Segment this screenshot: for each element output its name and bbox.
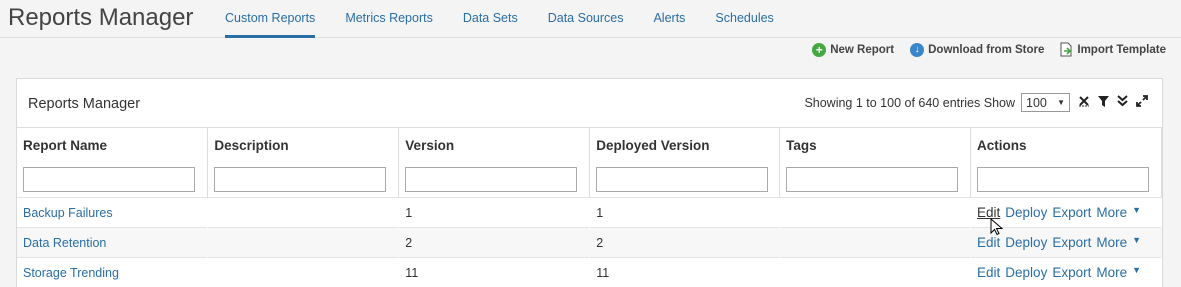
report-name-filter-input[interactable] bbox=[23, 166, 195, 192]
description-cell bbox=[207, 227, 399, 258]
report-name-link[interactable]: Data Retention bbox=[17, 227, 208, 258]
table-header-row: Report Name Description Version Deployed… bbox=[17, 127, 1162, 162]
table-row: Storage Trending 11 11 Edit Deploy Export M… bbox=[17, 257, 1162, 287]
caret-down-icon: ▼ bbox=[1132, 235, 1142, 245]
tags-cell bbox=[779, 227, 971, 258]
caret-down-icon: ▼ bbox=[1132, 265, 1142, 276]
page-size-value: 100 bbox=[1026, 95, 1047, 110]
collapse-icon[interactable] bbox=[1117, 95, 1128, 110]
actions-filter-input[interactable] bbox=[977, 166, 1150, 192]
tags-cell bbox=[779, 257, 971, 287]
deploy-link[interactable]: Deploy bbox=[1005, 235, 1047, 250]
page-actions: + New Report ↓ Download from Store Impor… bbox=[812, 42, 1166, 57]
more-label: More bbox=[1096, 265, 1128, 281]
description-cell bbox=[207, 257, 399, 287]
top-bar: Reports Manager Custom Reports Metrics R… bbox=[0, 0, 1181, 38]
tab-schedules[interactable]: Schedules bbox=[715, 0, 773, 38]
deploy-link[interactable]: Deploy bbox=[1005, 205, 1047, 220]
column-header-description[interactable]: Description bbox=[207, 127, 400, 162]
deployed-version-filter-input[interactable] bbox=[596, 166, 769, 192]
more-label: More bbox=[1096, 235, 1128, 250]
deployed-version-cell: 1 bbox=[589, 197, 780, 228]
panel-tools: Showing 1 to 100 of 640 entries Show 100… bbox=[804, 93, 1148, 112]
clear-filter-icon[interactable] bbox=[1078, 95, 1090, 110]
export-link[interactable]: Export bbox=[1052, 265, 1091, 280]
tab-data-sources[interactable]: Data Sources bbox=[548, 0, 624, 38]
more-menu[interactable]: More ▼ bbox=[1096, 235, 1146, 250]
tab-alerts[interactable]: Alerts bbox=[653, 0, 685, 38]
chevron-down-icon: ▼ bbox=[1057, 98, 1065, 107]
caret-down-icon: ▼ bbox=[1132, 205, 1142, 215]
tab-metrics-reports[interactable]: Metrics Reports bbox=[345, 0, 433, 38]
more-menu[interactable]: More ▼ bbox=[1096, 205, 1146, 220]
deployed-version-cell: 11 bbox=[589, 257, 780, 287]
column-header-actions: Actions bbox=[970, 127, 1162, 162]
panel-title: Reports Manager bbox=[28, 96, 141, 112]
import-template-button[interactable]: Import Template bbox=[1060, 42, 1166, 57]
reports-table: Report Name Description Version Deployed… bbox=[17, 127, 1162, 287]
download-icon: ↓ bbox=[910, 42, 925, 57]
tab-data-sets[interactable]: Data Sets bbox=[463, 0, 518, 38]
page-size-select[interactable]: 100 ▼ bbox=[1021, 93, 1070, 112]
reports-panel: Reports Manager Showing 1 to 100 of 640 … bbox=[16, 78, 1163, 287]
tab-bar: Custom Reports Metrics Reports Data Sets… bbox=[225, 0, 804, 38]
filter-icon[interactable] bbox=[1098, 95, 1109, 110]
deployed-version-cell: 2 bbox=[589, 227, 780, 258]
more-label: More bbox=[1096, 205, 1128, 220]
plus-icon: + bbox=[812, 42, 827, 57]
description-cell bbox=[207, 197, 399, 228]
edit-link[interactable]: Edit bbox=[977, 265, 1000, 280]
entries-info: Showing 1 to 100 of 640 entries Show bbox=[804, 95, 1015, 110]
version-cell: 11 bbox=[398, 257, 590, 287]
column-header-tags[interactable]: Tags bbox=[779, 127, 972, 162]
column-header-version[interactable]: Version bbox=[398, 127, 591, 162]
tags-cell bbox=[779, 197, 971, 228]
version-cell: 1 bbox=[398, 197, 590, 228]
column-header-deployed-version[interactable]: Deployed Version bbox=[589, 127, 781, 162]
description-filter-input[interactable] bbox=[214, 166, 387, 192]
new-report-label: New Report bbox=[830, 43, 895, 56]
new-report-button[interactable]: + New Report bbox=[812, 42, 894, 57]
import-icon bbox=[1060, 42, 1073, 57]
report-name-link[interactable]: Backup Failures bbox=[17, 197, 208, 228]
export-link[interactable]: Export bbox=[1052, 235, 1091, 250]
download-from-store-label: Download from Store bbox=[928, 43, 1045, 56]
report-name-link[interactable]: Storage Trending bbox=[17, 257, 208, 287]
row-actions: Edit Deploy Export More ▼ bbox=[970, 257, 1162, 287]
tab-custom-reports[interactable]: Custom Reports bbox=[225, 0, 316, 38]
column-header-report-name[interactable]: Report Name bbox=[17, 127, 209, 162]
tags-filter-input[interactable] bbox=[786, 166, 959, 192]
import-template-label: Import Template bbox=[1077, 43, 1166, 56]
deploy-link[interactable]: Deploy bbox=[1005, 265, 1047, 280]
export-link[interactable]: Export bbox=[1052, 205, 1091, 220]
version-filter-input[interactable] bbox=[405, 166, 578, 192]
more-menu[interactable]: More ▼ bbox=[1096, 265, 1146, 280]
version-cell: 2 bbox=[398, 227, 590, 258]
app-title: Reports Manager bbox=[8, 4, 194, 31]
filter-row bbox=[17, 161, 1162, 198]
mouse-pointer-icon bbox=[990, 218, 1004, 236]
download-from-store-button[interactable]: ↓ Download from Store bbox=[910, 42, 1044, 57]
expand-icon[interactable] bbox=[1136, 95, 1148, 110]
edit-link[interactable]: Edit bbox=[977, 235, 1000, 250]
